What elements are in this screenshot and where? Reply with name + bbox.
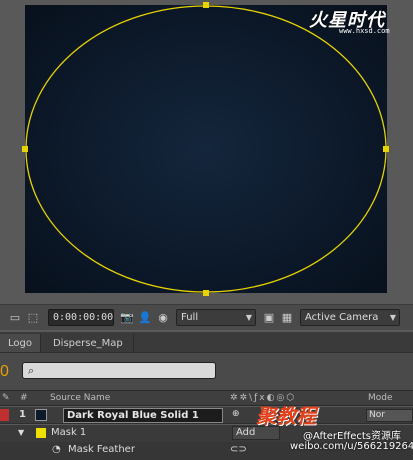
tab-logo[interactable]: Logo [0,334,41,352]
resolution-dropdown[interactable]: Full ▼ [176,309,256,326]
layer-color-swatch [35,409,47,421]
composition-canvas[interactable] [22,2,389,296]
layer-number: 1 [19,409,26,420]
chevron-down-icon: ▼ [389,313,396,322]
chevron-down-icon[interactable]: ▼ [18,428,24,437]
layer-row[interactable]: 1 Dark Royal Blue Solid 1 ⊕ Nor [0,407,413,424]
camera-dropdown[interactable]: Active Camera ▼ [300,309,400,326]
snapshot-camera-icon[interactable]: 📷 [118,309,136,327]
transparency-grid-icon[interactable]: ⬚ [24,309,42,327]
stopwatch-icon[interactable]: ◔ [52,444,61,455]
shy-switch-icon[interactable]: ⊕ [232,409,240,419]
mask-mode-dropdown[interactable]: Add [232,426,280,440]
label-column-icon[interactable]: ✎ [2,393,10,403]
timeline-header: 0 ⌕ [0,352,413,390]
composition-viewer: 火星时代 www.hxsd.com [0,0,413,304]
mask-feather-label: Mask Feather [68,444,135,455]
mask-name[interactable]: Mask 1 [51,427,86,438]
region-of-interest-icon[interactable]: ▭ [6,309,24,327]
mask-handle-left[interactable] [22,146,28,152]
mask-row[interactable]: ▼ Mask 1 Add [0,425,413,442]
channel-color-icon[interactable]: ◉ [154,309,172,327]
constrain-proportions-icon[interactable]: ⊂⊃ [230,444,247,455]
fast-preview-icon[interactable]: ▣ [260,309,278,327]
layer-label-color[interactable] [0,409,9,421]
tab-label: Disperse_Map [52,337,123,349]
viewer-toolbar: ▭ ⬚ 0:00:00:00 📷 👤 ◉ Full ▼ ▣ ▦ Active C… [0,304,413,330]
mask-handle-right[interactable] [383,146,389,152]
switches-icons: ✲✲\ƒx◐◎⬡ [230,393,297,403]
layer-column-header: ✎ # Source Name ✲✲\ƒx◐◎⬡ Mode [0,390,413,406]
layer-mode-dropdown[interactable]: Nor [366,409,413,422]
resolution-value: Full [181,312,199,323]
chevron-down-icon: ▼ [245,313,252,322]
mask-ellipse [25,5,387,293]
watermark-url: www.hxsd.com [339,27,390,35]
composition-tabs: Logo Disperse_Map [0,332,413,352]
column-source-name[interactable]: Source Name [50,393,110,403]
mask-handle-top[interactable] [203,2,209,8]
site-watermark: 火星时代 www.hxsd.com [309,6,409,36]
layer-search-input[interactable]: ⌕ [22,362,216,379]
mask-path-overlay[interactable] [25,5,387,293]
mask-handle-bottom[interactable] [203,290,209,296]
mask-color-swatch[interactable] [36,428,46,438]
camera-value: Active Camera [305,312,379,323]
column-mode[interactable]: Mode [368,393,393,403]
timecode-field[interactable]: 0:00:00:00 [48,309,114,326]
current-time-display[interactable]: 0 [0,363,9,381]
search-icon: ⌕ [28,364,35,377]
mask-feather-row[interactable]: ◔ Mask Feather ⊂⊃ [0,442,413,460]
checkerboard-icon[interactable]: ▦ [278,309,296,327]
layer-name-field[interactable]: Dark Royal Blue Solid 1 [63,408,223,423]
tab-label: Logo [8,337,32,349]
show-snapshot-icon[interactable]: 👤 [136,309,154,327]
tab-disperse-map[interactable]: Disperse_Map [41,334,134,352]
column-num[interactable]: # [20,393,28,403]
